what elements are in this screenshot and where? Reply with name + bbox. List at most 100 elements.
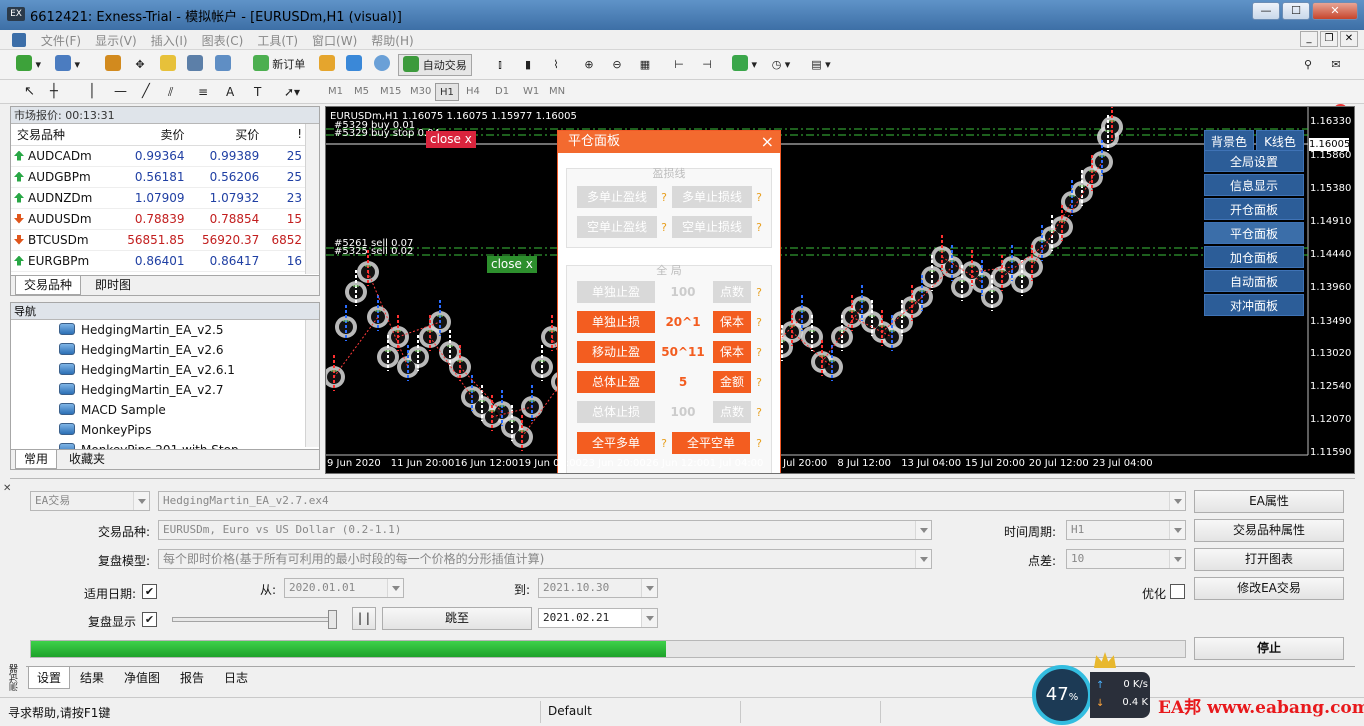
total-tp-button[interactable]: 总体止盈 [577,371,655,393]
menu-file[interactable]: 文件(F) [34,31,88,51]
close-sell-button[interactable]: close x [487,256,537,273]
people-icon[interactable] [343,54,365,76]
price-chart[interactable]: EURUSDm,H1 1.16075 1.16075 1.15977 1.160… [325,106,1355,474]
multi-tp-line-button[interactable]: 多单止盈线 [577,186,657,208]
modify-ea-button[interactable]: 修改EA交易 [1194,577,1344,600]
open-chart-button[interactable]: 打开图表 [1194,548,1344,571]
optimize-checkbox[interactable] [1170,584,1185,599]
menu-insert[interactable]: 插入(I) [144,31,195,51]
help-icon[interactable]: ? [754,406,764,419]
speed-slider-thumb[interactable] [328,610,337,629]
horizontal-line-icon[interactable]: — [110,83,131,101]
trailing-tp-button[interactable]: 移动止盈 [577,341,655,363]
single-tp-button[interactable]: 单独止盈 [577,281,655,303]
indicators-icon[interactable]: ▾ [732,54,757,76]
tf-mn[interactable]: MN [545,83,569,101]
child-restore-button[interactable]: ❐ [1320,31,1338,47]
zoom-in-icon[interactable]: ⊕ [578,54,600,76]
tf-m15[interactable]: M15 [376,83,405,101]
total-sl-button[interactable]: 总体止损 [577,401,655,423]
navigator-item[interactable]: MACD Sample [59,400,166,420]
vertical-line-icon[interactable]: │ [84,83,100,101]
table-row[interactable]: AUDCADm 0.99364 0.99389 25 [11,145,307,167]
tf-m30[interactable]: M30 [406,83,435,101]
use-date-checkbox[interactable]: ✔ [142,584,157,599]
strategy-tester-icon[interactable] [212,54,234,76]
model-select[interactable]: 每个即时价格(基于所有可利用的最小时段的每一个价格的分形插值计算) [158,549,932,569]
symbol-select[interactable]: EURUSDm, Euro vs US Dollar (0.2-1.1) [158,520,932,540]
text-label-icon[interactable]: T [250,83,265,101]
period-select[interactable]: H1 [1066,520,1186,540]
market-watch-scrollbar[interactable] [305,124,319,274]
close-all-short-button[interactable]: 全平空单 [672,432,750,454]
trendline-icon[interactable]: ╱ [138,83,154,101]
close-icon[interactable]: × [761,131,774,153]
multi-sl-line-button[interactable]: 多单止损线 [672,186,752,208]
minimize-button[interactable]: — [1252,2,1280,20]
tab-symbols[interactable]: 交易品种 [15,276,82,295]
channel-icon[interactable]: ⫽ [164,83,177,101]
short-sl-line-button[interactable]: 空单止损线 [672,216,752,238]
total-tp-unit[interactable]: 金额 [713,371,751,393]
single-sl-value[interactable]: 20^1 [658,311,708,333]
child-minimize-button[interactable]: _ [1300,31,1318,47]
candlestick-icon[interactable]: ▮ [517,54,539,76]
navigator-icon[interactable] [157,54,179,76]
speed-slider-track[interactable] [172,617,336,622]
text-icon[interactable]: A [222,83,238,101]
symbol-cell[interactable]: EURGBPm [11,250,115,272]
menu-window[interactable]: 窗口(W) [305,31,364,51]
tf-h4[interactable]: H4 [462,83,484,101]
col-bid[interactable]: 卖价 [114,124,190,146]
tab-equity-chart[interactable]: 净值图 [116,667,168,689]
right-panel-button[interactable]: 全局设置 [1204,150,1304,172]
single-sl-unit[interactable]: 保本 [713,311,751,333]
title-bar[interactable]: EX 6612421: Exness-Trial - 模拟帐户 - [EURUS… [0,0,1364,30]
new-order-button[interactable]: 新订单 [248,54,310,76]
tab-journal[interactable]: 日志 [216,667,256,689]
right-panel-button[interactable]: 开仓面板 [1204,198,1304,220]
pause-button[interactable]: | | [352,607,376,630]
chart-shift-icon[interactable]: ⊣ [696,54,718,76]
spread-select[interactable]: 10 [1066,549,1186,569]
auto-scroll-icon[interactable]: ⊢ [668,54,690,76]
navigator-item[interactable]: HedgingMartin_EA_v2.5 [59,320,223,340]
table-row[interactable]: EURGBPm 0.86401 0.86417 16 [11,250,307,272]
symbol-cell[interactable]: BTCUSDm [11,229,115,251]
tab-settings[interactable]: 设置 [28,667,71,689]
crosshair-icon[interactable]: ┼ [46,83,62,101]
right-panel-button[interactable]: 对冲面板 [1204,294,1304,316]
tf-m5[interactable]: M5 [350,83,373,101]
ea-properties-button[interactable]: EA属性 [1194,490,1344,513]
help-icon[interactable]: ? [659,221,669,234]
trailing-tp-unit[interactable]: 保本 [713,341,751,363]
col-ask[interactable]: 买价 [189,124,265,146]
table-row[interactable]: AUDNZDm 1.07909 1.07932 23 [11,187,307,209]
search-icon[interactable]: ⚲ [1297,54,1319,76]
table-row[interactable]: BTCUSDm 56851.85 56920.37 6852 [11,229,307,251]
short-tp-line-button[interactable]: 空单止盈线 [577,216,657,238]
navigator-scrollbar[interactable] [305,320,319,447]
help-icon[interactable]: ? [754,221,764,234]
tile-windows-icon[interactable]: ▦ [634,54,656,76]
navigator-item[interactable]: HedgingMartin_EA_v2.7 [59,380,223,400]
to-date-picker[interactable]: 2021.10.30 [538,578,658,598]
navigator-item[interactable]: MonkeyPips [59,420,151,440]
menu-help[interactable]: 帮助(H) [364,31,420,51]
notifications-icon[interactable]: ✉ [1325,54,1347,76]
help-icon[interactable]: ? [754,437,764,450]
help-icon[interactable]: ? [754,376,764,389]
tester-mode-select[interactable]: EA交易 [30,491,150,511]
col-spread[interactable]: ! [264,124,307,146]
tab-favorites[interactable]: 收藏夹 [61,450,113,469]
close-all-long-button[interactable]: 全平多单 [577,432,655,454]
tf-h1[interactable]: H1 [435,83,459,101]
symbol-properties-button[interactable]: 交易品种属性 [1194,519,1344,542]
total-sl-value[interactable]: 100 [658,401,708,423]
navigator-item[interactable]: HedgingMartin_EA_v2.6 [59,340,223,360]
close-window-button[interactable]: ✕ [1312,2,1358,20]
fibonacci-icon[interactable]: ≡ [194,83,212,101]
symbol-cell[interactable]: AUDNZDm [11,187,115,209]
single-sl-button[interactable]: 单独止损 [577,311,655,333]
tab-results[interactable]: 结果 [72,667,112,689]
